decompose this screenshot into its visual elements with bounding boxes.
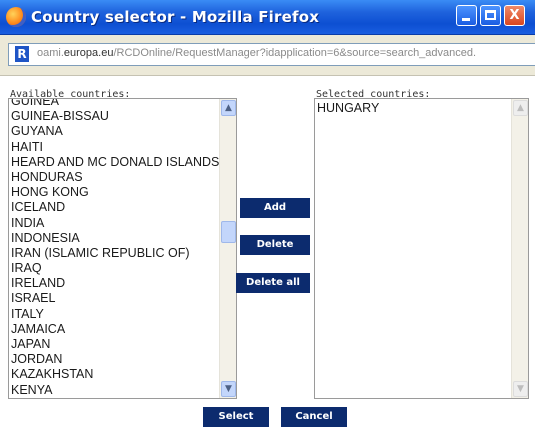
list-item[interactable]: JAPAN [9, 337, 219, 352]
list-item[interactable]: IRAN (ISLAMIC REPUBLIC OF) [9, 246, 219, 261]
available-scrollbar[interactable]: ▲ ▼ [219, 99, 236, 398]
delete-button[interactable]: Delete [240, 235, 310, 255]
scroll-down-arrow-icon[interactable]: ▼ [513, 381, 528, 397]
delete-all-button[interactable]: Delete all [236, 273, 310, 293]
list-item[interactable]: HEARD AND MC DONALD ISLANDS [9, 155, 219, 170]
minimize-icon [462, 18, 470, 21]
scroll-thumb[interactable] [221, 221, 236, 243]
close-button[interactable]: X [504, 5, 525, 26]
list-item[interactable]: KAZAKHSTAN [9, 367, 219, 382]
scroll-up-arrow-icon[interactable]: ▲ [221, 100, 236, 116]
list-item[interactable]: KIRIBATI [9, 398, 219, 399]
list-item[interactable]: ITALY [9, 307, 219, 322]
available-countries-list[interactable]: GUINEA GUINEA-BISSAU GUYANA HAITI HEARD AND … [8, 98, 237, 399]
list-item[interactable]: IRELAND [9, 276, 219, 291]
list-item[interactable]: INDIA [9, 216, 219, 231]
select-button[interactable]: Select [203, 407, 269, 427]
close-icon: X [509, 8, 520, 23]
list-item[interactable]: ICELAND [9, 200, 219, 215]
available-items: GUINEA GUINEA-BISSAU GUYANA HAITI HEARD AND … [9, 99, 219, 399]
list-item[interactable]: HUNGARY [315, 101, 511, 116]
address-bar: R oami.europa.eu/RCDOnline/RequestManage… [0, 35, 535, 76]
url-field[interactable]: R oami.europa.eu/RCDOnline/RequestManage… [8, 43, 535, 66]
scroll-down-arrow-icon[interactable]: ▼ [221, 381, 236, 397]
list-item[interactable]: HONDURAS [9, 170, 219, 185]
selected-items: HUNGARY [315, 101, 511, 116]
list-item[interactable]: GUINEA-BISSAU [9, 109, 219, 124]
list-item[interactable]: INDONESIA [9, 231, 219, 246]
site-favicon-icon: R [15, 46, 29, 62]
list-item[interactable]: HAITI [9, 140, 219, 155]
list-item[interactable]: GUYANA [9, 124, 219, 139]
window-title: Country selector - Mozilla Firefox [31, 8, 320, 26]
window-title-bar: Country selector - Mozilla Firefox X [0, 0, 535, 35]
maximize-icon [485, 10, 496, 20]
list-item[interactable]: JORDAN [9, 352, 219, 367]
selected-countries-list[interactable]: HUNGARY ▲ ▼ [314, 98, 529, 399]
add-button[interactable]: Add [240, 198, 310, 218]
list-item[interactable]: HONG KONG [9, 185, 219, 200]
url-text: oami.europa.eu/RCDOnline/RequestManager?… [37, 47, 477, 59]
list-item[interactable]: KENYA [9, 383, 219, 398]
maximize-button[interactable] [480, 5, 501, 26]
list-item[interactable]: JAMAICA [9, 322, 219, 337]
list-item[interactable]: ISRAEL [9, 291, 219, 306]
selected-scrollbar[interactable]: ▲ ▼ [511, 99, 528, 398]
list-item[interactable]: IRAQ [9, 261, 219, 276]
minimize-button[interactable] [456, 5, 477, 26]
list-item[interactable]: GUINEA [9, 99, 219, 109]
scroll-up-arrow-icon[interactable]: ▲ [513, 100, 528, 116]
firefox-icon [6, 7, 26, 27]
cancel-button[interactable]: Cancel [281, 407, 347, 427]
